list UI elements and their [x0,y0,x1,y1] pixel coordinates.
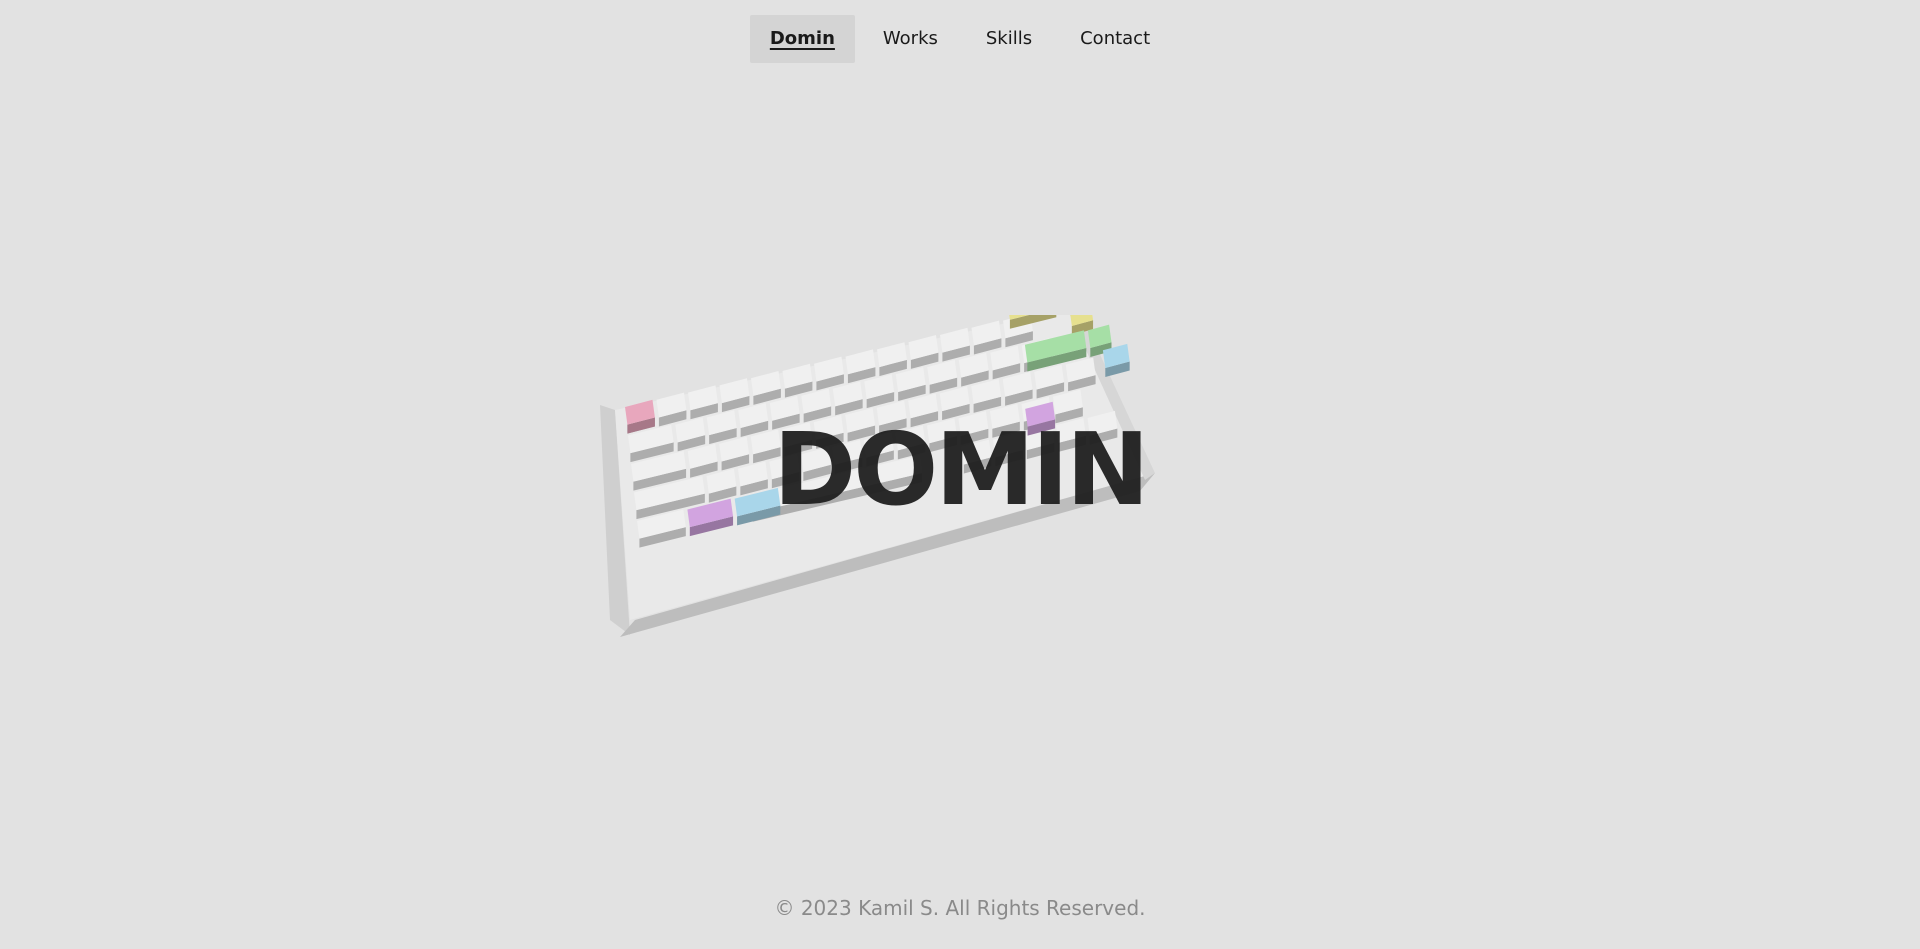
page: Domin Works Skills Contact DOMIN © 2023 … [0,0,1920,949]
nav-link-skills[interactable]: Skills [966,15,1052,63]
top-nav: Domin Works Skills Contact [0,15,1920,63]
nav-link-domin[interactable]: Domin [749,15,855,63]
nav-link-works[interactable]: Works [863,15,958,63]
nav-link-contact[interactable]: Contact [1060,15,1170,63]
copyright-footer: © 2023 Kamil S. All Rights Reserved. [774,896,1146,920]
hero-title: DOMIN [773,411,1149,528]
